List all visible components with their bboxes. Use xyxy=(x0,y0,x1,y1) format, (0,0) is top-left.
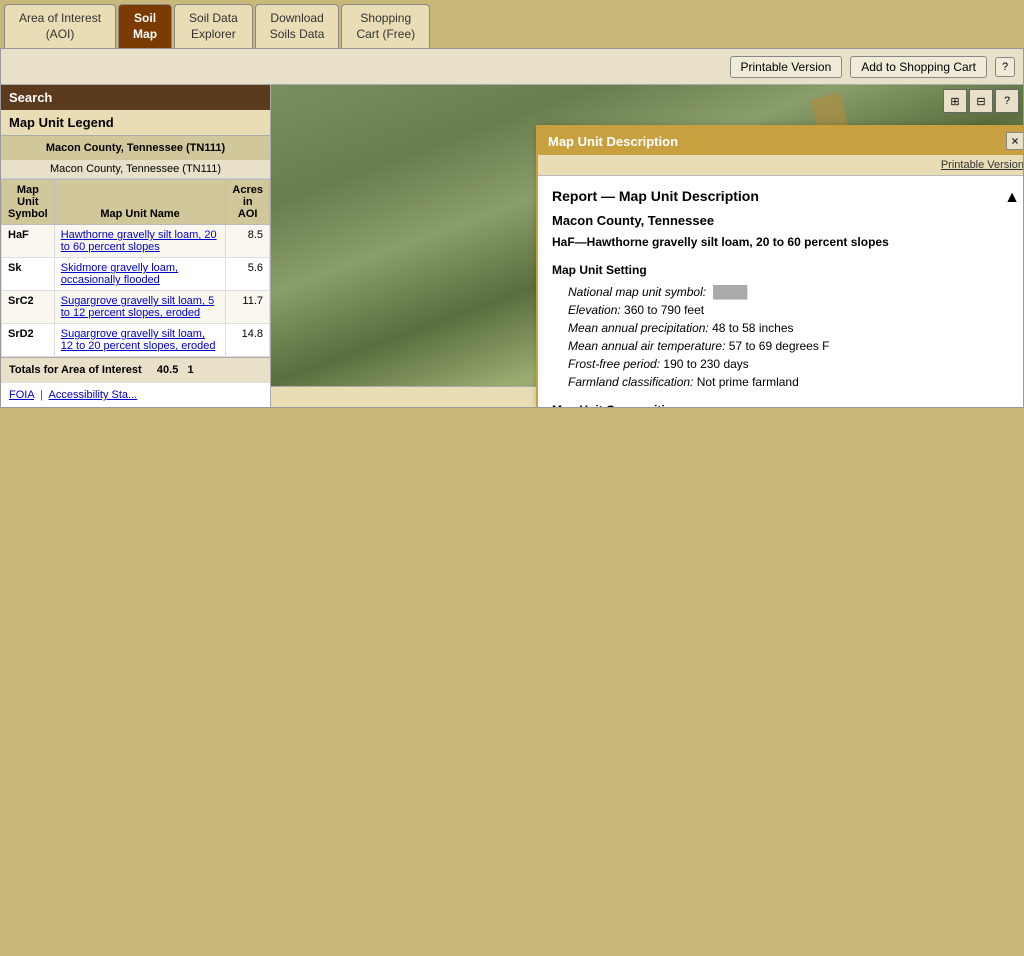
accessibility-link[interactable]: Accessibility Sta... xyxy=(49,389,138,401)
table-row: HaF Hawthorne gravelly silt loam, 20 to … xyxy=(2,225,270,258)
precip-label: Mean annual precipitation: xyxy=(568,321,709,335)
add-to-shopping-cart-button[interactable]: Add to Shopping Cart xyxy=(850,56,987,78)
row-name[interactable]: Hawthorne gravelly silt loam, 20 to 60 p… xyxy=(54,225,226,258)
elevation-label: Elevation: xyxy=(568,303,621,317)
totals-acres: 40.5 xyxy=(157,364,178,376)
modal-printable-button[interactable]: Printable Version xyxy=(941,159,1023,171)
sidebar-footer: FOIA | Accessibility Sta... xyxy=(1,382,270,407)
row-acres: 11.7 xyxy=(226,291,270,324)
frost-label: Frost-free period: xyxy=(568,357,660,371)
totals-col2: 1 xyxy=(188,364,194,376)
main-container: Printable Version Add to Shopping Cart ?… xyxy=(0,48,1024,408)
row-acres: 14.8 xyxy=(226,324,270,357)
map-tool-2[interactable]: ⊟ xyxy=(969,89,993,113)
modal-title: Map Unit Description xyxy=(548,134,678,149)
county-sub: Macon County, Tennessee (TN111) xyxy=(1,160,270,179)
report-scroll-up[interactable]: ▲ xyxy=(1004,186,1020,210)
report-county: Macon County, Tennessee xyxy=(552,211,1020,231)
composition-heading: Map Unit Composition xyxy=(552,401,1020,408)
modal-titlebar: Map Unit Description × xyxy=(538,127,1023,155)
search-label: Search xyxy=(1,85,270,110)
top-bar: Printable Version Add to Shopping Cart ? xyxy=(1,49,1023,85)
temp-line: Mean annual air temperature: 57 to 69 de… xyxy=(552,337,1020,355)
modal-map-unit-description: Map Unit Description × Printable Version… xyxy=(536,125,1023,407)
col-acres: AcresinAOI xyxy=(226,180,270,225)
tab-download-soils-data[interactable]: DownloadSoils Data xyxy=(255,4,340,48)
temp-value: 57 to 69 degrees F xyxy=(729,339,830,353)
map-unit-table: MapUnitSymbol Map Unit Name AcresinAOI H… xyxy=(1,179,270,357)
tab-aoi[interactable]: Area of Interest(AOI) xyxy=(4,4,116,48)
modal-content[interactable]: Report — Map Unit Description ▲ Macon Co… xyxy=(538,176,1023,407)
map-tool-1[interactable]: ⊞ xyxy=(943,89,967,113)
national-symbol-line: National map unit symbol: ████ xyxy=(552,283,1020,301)
table-row: Sk Skidmore gravelly loam, occasionally … xyxy=(2,258,270,291)
tab-soil-map[interactable]: SoilMap xyxy=(118,4,172,48)
frost-value: 190 to 230 days xyxy=(663,357,748,371)
tab-shopping-cart[interactable]: ShoppingCart (Free) xyxy=(341,4,430,48)
farmland-line: Farmland classification: Not prime farml… xyxy=(552,373,1020,391)
elevation-line: Elevation: 360 to 790 feet xyxy=(552,301,1020,319)
totals-row: Totals for Area of Interest 40.5 1 xyxy=(1,357,270,382)
map-unit-legend-title: Map Unit Legend xyxy=(1,110,270,136)
tab-soil-data-explorer[interactable]: Soil DataExplorer xyxy=(174,4,253,48)
table-row: SrD2 Sugargrove gravelly silt loam, 12 t… xyxy=(2,324,270,357)
table-row: SrC2 Sugargrove gravelly silt loam, 5 to… xyxy=(2,291,270,324)
row-acres: 8.5 xyxy=(226,225,270,258)
map-area[interactable]: ⊞ ⊟ ? .gov | White House Map Unit Descri… xyxy=(271,85,1023,407)
map-tool-3[interactable]: ? xyxy=(995,89,1019,113)
row-symbol: SrC2 xyxy=(2,291,55,324)
report-map-unit: HaF—Hawthorne gravelly silt loam, 20 to … xyxy=(552,233,1020,251)
map-toolbar: ⊞ ⊟ ? xyxy=(943,89,1019,113)
national-symbol-label: National map unit symbol: xyxy=(568,285,706,299)
elevation-value-text: 360 to 790 feet xyxy=(624,303,704,317)
col-name: Map Unit Name xyxy=(54,180,226,225)
frost-line: Frost-free period: 190 to 230 days xyxy=(552,355,1020,373)
row-symbol: Sk xyxy=(2,258,55,291)
precipitation-line: Mean annual precipitation: 48 to 58 inch… xyxy=(552,319,1020,337)
printable-version-button[interactable]: Printable Version xyxy=(730,56,843,78)
county-name: Macon County, Tennessee (TN111) xyxy=(1,136,270,160)
modal-close-button[interactable]: × xyxy=(1006,132,1023,150)
row-acres: 5.6 xyxy=(226,258,270,291)
content-area: Search Map Unit Legend Macon County, Ten… xyxy=(1,85,1023,407)
totals-label: Totals for Area of Interest xyxy=(9,364,142,376)
temp-label: Mean annual air temperature: xyxy=(568,339,725,353)
row-name[interactable]: Skidmore gravelly loam, occasionally flo… xyxy=(54,258,226,291)
report-title: Report — Map Unit Description xyxy=(552,186,759,207)
row-name[interactable]: Sugargrove gravelly silt loam, 12 to 20 … xyxy=(54,324,226,357)
top-navigation: Area of Interest(AOI) SoilMap Soil DataE… xyxy=(0,0,1024,48)
col-symbol: MapUnitSymbol xyxy=(2,180,55,225)
precip-value: 48 to 58 inches xyxy=(712,321,793,335)
farmland-value: Not prime farmland xyxy=(697,375,799,389)
map-unit-setting-heading: Map Unit Setting xyxy=(552,261,1020,279)
farmland-label: Farmland classification: xyxy=(568,375,693,389)
sidebar: Search Map Unit Legend Macon County, Ten… xyxy=(1,85,271,407)
help-button[interactable]: ? xyxy=(995,57,1015,77)
row-symbol: HaF xyxy=(2,225,55,258)
foia-link[interactable]: FOIA xyxy=(9,389,34,401)
row-symbol: SrD2 xyxy=(2,324,55,357)
modal-subbar: Printable Version xyxy=(538,155,1023,176)
national-symbol-value: ████ xyxy=(713,285,747,299)
row-name[interactable]: Sugargrove gravelly silt loam, 5 to 12 p… xyxy=(54,291,226,324)
